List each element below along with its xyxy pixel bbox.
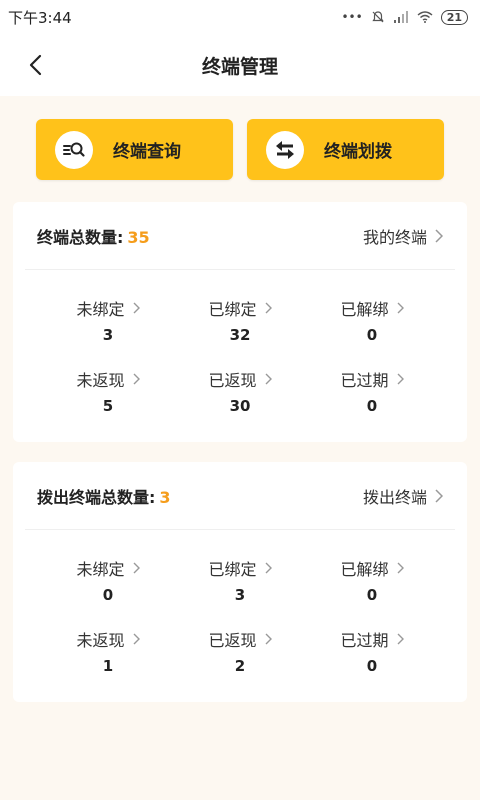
stat-expired[interactable]: 已过期 0 [312, 367, 432, 415]
stat-value: 3 [234, 586, 246, 604]
my-terminals-link-label: 我的终端 [362, 227, 427, 247]
terminal-query-button[interactable]: 终端查询 [36, 119, 233, 180]
chevron-right-icon [133, 302, 140, 314]
chevron-right-icon [265, 633, 272, 645]
stat-label: 未绑定 [76, 560, 125, 579]
chevron-right-icon [397, 562, 404, 574]
transfer-arrows-icon [266, 130, 304, 169]
stat-cashback[interactable]: 已返现 30 [180, 367, 300, 415]
stat-value: 32 [229, 326, 251, 344]
chevron-right-icon [133, 373, 140, 385]
my-terminals-card: 终端总数量: 35 我的终端 未绑定 3 已绑定 32 已解绑 0 未返现 5 已… [13, 202, 467, 442]
allocated-total-label: 拨出终端总数量: [37, 487, 156, 507]
chevron-right-icon [265, 373, 272, 385]
stat-value: 3 [102, 326, 114, 344]
allocated-total-count: 拨出终端总数量: 3 [37, 484, 171, 508]
status-bar: 下午3:44 ••• 21 [0, 0, 480, 34]
chevron-right-icon [435, 228, 443, 243]
stat-label: 已解绑 [340, 560, 389, 579]
allocated-terminals-card: 拨出终端总数量: 3 拨出终端 未绑定 0 已绑定 3 已解绑 0 未返现 1 已… [13, 462, 467, 702]
terminal-transfer-button[interactable]: 终端划拨 [247, 119, 444, 180]
cell-signal-icon [393, 11, 408, 23]
stat-label: 已返现 [208, 371, 257, 390]
stat-bound[interactable]: 已绑定 32 [180, 296, 300, 344]
mute-bell-icon [372, 11, 384, 23]
stat-label: 已过期 [340, 631, 389, 650]
stat-not-cashback[interactable]: 未返现 5 [48, 367, 168, 415]
stat-value: 0 [366, 657, 378, 675]
allocated-terminals-link-label: 拨出终端 [362, 487, 427, 507]
stat-value: 5 [102, 397, 114, 415]
search-list-icon [55, 130, 93, 169]
stat-label: 已返现 [208, 631, 257, 650]
chevron-right-icon [133, 562, 140, 574]
stat-value: 30 [229, 397, 251, 415]
stat-bound[interactable]: 已绑定 3 [180, 556, 300, 604]
stat-value: 0 [366, 586, 378, 604]
allocated-terminals-header: 拨出终端总数量: 3 拨出终端 [25, 462, 455, 530]
battery-indicator: 21 [440, 9, 468, 25]
total-count-label: 终端总数量: [37, 227, 124, 247]
stat-unbound-released[interactable]: 已解绑 0 [312, 296, 432, 344]
stat-unbound[interactable]: 未绑定 3 [48, 296, 168, 344]
stat-label: 未返现 [76, 631, 125, 650]
terminal-transfer-label: 终端划拨 [324, 142, 392, 162]
stat-value: 1 [102, 657, 114, 675]
stat-label: 已绑定 [208, 560, 257, 579]
terminal-query-label: 终端查询 [113, 142, 181, 162]
wifi-icon [417, 11, 433, 23]
nav-bar: 终端管理 [0, 34, 480, 96]
total-count: 终端总数量: 35 [37, 224, 150, 248]
stat-expired[interactable]: 已过期 0 [312, 627, 432, 675]
signal-dots: ••• [341, 10, 363, 24]
stat-unbound[interactable]: 未绑定 0 [48, 556, 168, 604]
stat-label: 已绑定 [208, 300, 257, 319]
stat-not-cashback[interactable]: 未返现 1 [48, 627, 168, 675]
chevron-right-icon [265, 562, 272, 574]
stat-value: 0 [366, 397, 378, 415]
chevron-right-icon [133, 633, 140, 645]
stat-cashback[interactable]: 已返现 2 [180, 627, 300, 675]
stat-value: 0 [102, 586, 114, 604]
stat-label: 未返现 [76, 371, 125, 390]
my-terminals-header: 终端总数量: 35 我的终端 [25, 202, 455, 270]
page-title: 终端管理 [201, 55, 278, 78]
stat-value: 2 [234, 657, 246, 675]
status-icons: ••• 21 [341, 9, 468, 25]
stat-value: 0 [366, 326, 378, 344]
allocated-terminals-link[interactable]: 拨出终端 [363, 484, 443, 508]
allocated-total-value: 3 [159, 487, 171, 507]
chevron-right-icon [265, 302, 272, 314]
chevron-right-icon [397, 302, 404, 314]
my-terminals-link[interactable]: 我的终端 [363, 224, 443, 248]
status-time: 下午3:44 [8, 8, 72, 27]
stat-label: 未绑定 [76, 300, 125, 319]
chevron-right-icon [397, 373, 404, 385]
stat-unbound-released[interactable]: 已解绑 0 [312, 556, 432, 604]
stat-label: 已过期 [340, 371, 389, 390]
stat-label: 已解绑 [340, 300, 389, 319]
chevron-right-icon [435, 488, 443, 503]
chevron-right-icon [397, 633, 404, 645]
chevron-left-icon [29, 54, 42, 76]
back-button[interactable] [20, 50, 50, 80]
total-count-value: 35 [127, 227, 150, 247]
